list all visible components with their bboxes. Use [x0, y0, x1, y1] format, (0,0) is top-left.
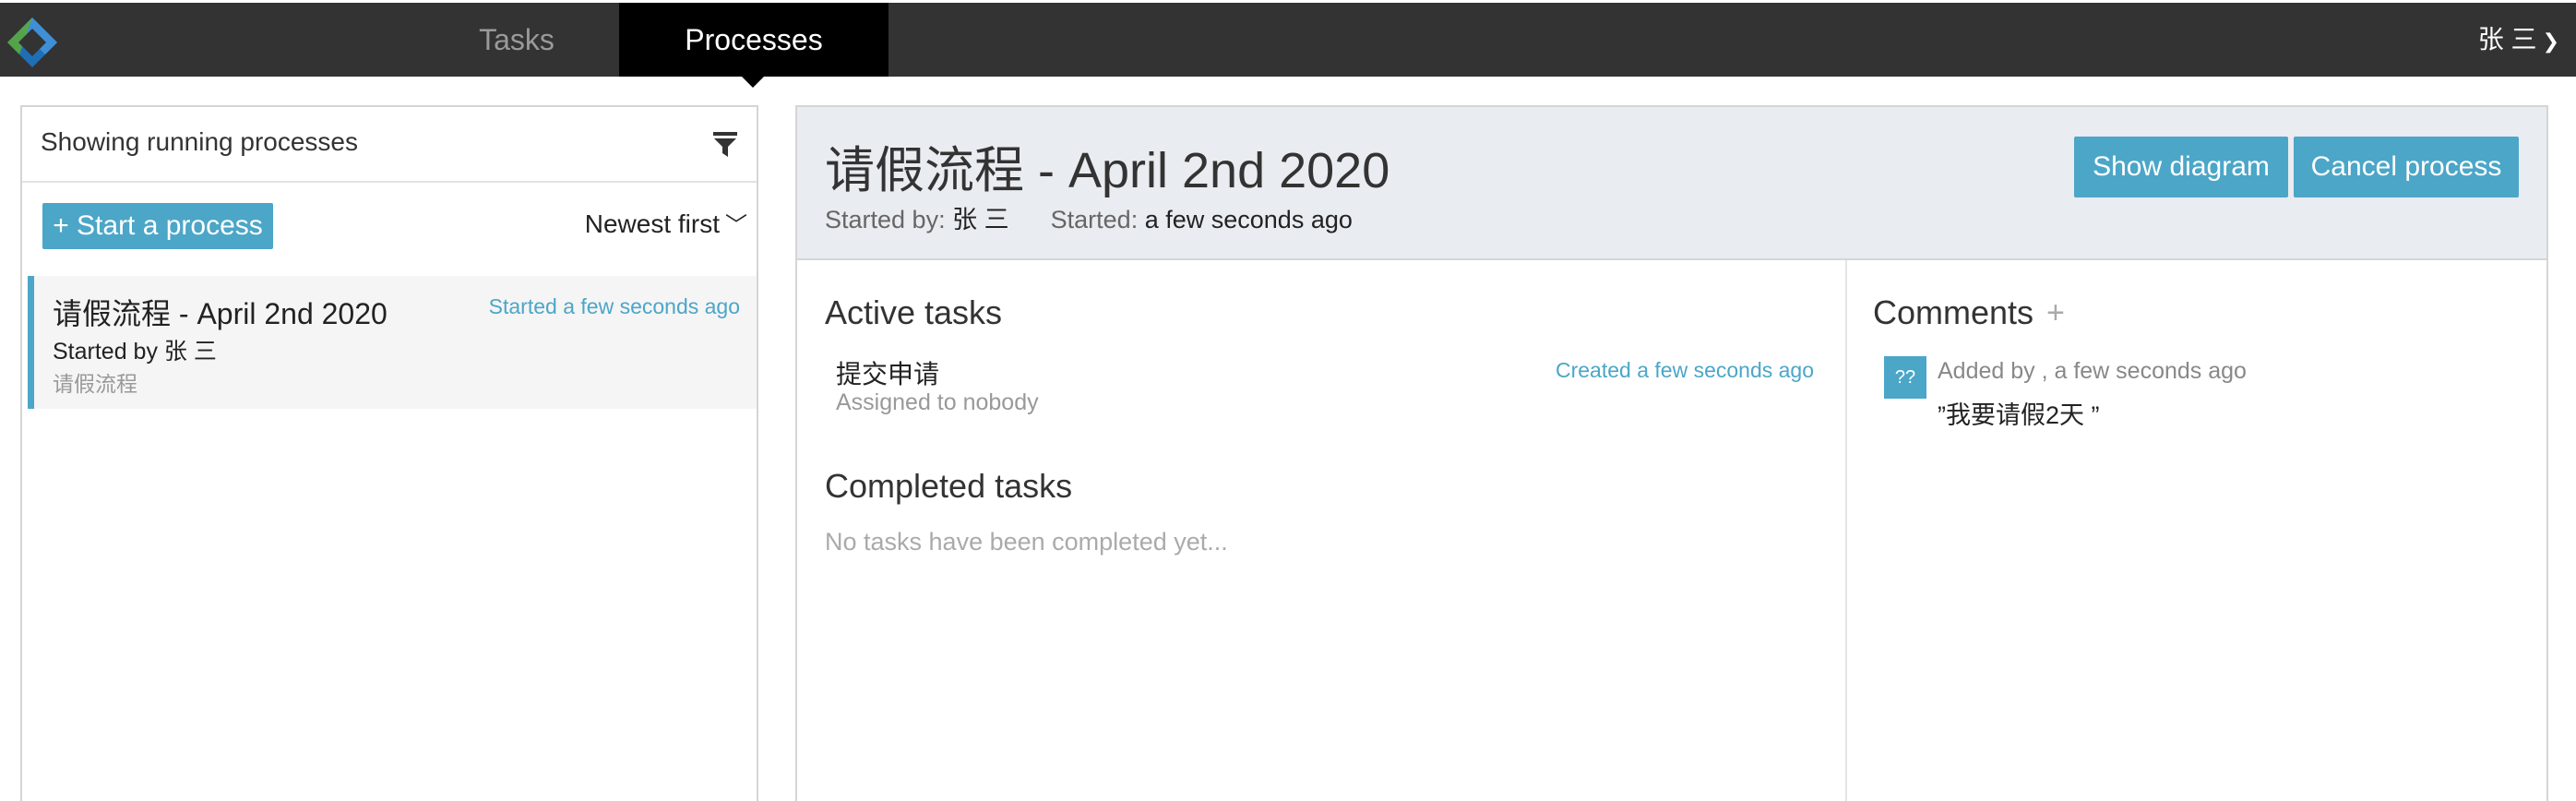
top-navbar: Tasks Processes 张 三 ❯ — [0, 3, 2576, 77]
process-detail-panel: 请假流程 - April 2nd 2020 Started by: 张 三 St… — [795, 105, 2548, 801]
comments-heading: Comments — [1873, 293, 2034, 331]
comment-avatar: ?? — [1884, 356, 1926, 399]
add-comment-icon[interactable]: + — [2046, 295, 2065, 331]
process-detail-header: 请假流程 - April 2nd 2020 Started by: 张 三 St… — [797, 107, 2546, 260]
process-list-header: Showing running processes — [22, 107, 757, 183]
chevron-down-icon: ❯ — [2542, 29, 2559, 53]
started-by-value: 张 三 — [952, 206, 1009, 233]
tasks-column: Active tasks 提交申请 Assigned to nobody Cre… — [797, 260, 1847, 801]
process-item-starter: Started by 张 三 — [53, 339, 217, 365]
active-task-assignee: Assigned to nobody — [836, 389, 1039, 415]
comment-text: ”我要请假2天 ” — [1938, 401, 2100, 429]
process-title: 请假流程 - April 2nd 2020 — [825, 143, 1390, 198]
chevron-down-icon: ﹀ — [725, 213, 747, 238]
show-diagram-button[interactable]: Show diagram — [2074, 137, 2288, 197]
sort-dropdown[interactable]: Newest first ﹀ — [585, 207, 747, 239]
process-meta: Started by: 张 三 Started: a few seconds a… — [825, 199, 1353, 235]
cancel-process-button[interactable]: Cancel process — [2294, 137, 2519, 197]
user-menu[interactable]: 张 三 ❯ — [2478, 3, 2559, 77]
process-item-definition: 请假流程 — [53, 372, 137, 396]
completed-tasks-heading: Completed tasks — [825, 467, 1073, 505]
process-item-name: 请假流程 - April 2nd 2020 — [53, 297, 388, 330]
process-list-item[interactable]: 请假流程 - April 2nd 2020 Started a few seco… — [28, 276, 757, 409]
started-value: a few seconds ago — [1144, 206, 1353, 233]
active-tasks-heading: Active tasks — [825, 293, 1003, 331]
process-list-filter-label[interactable]: Showing running processes — [41, 127, 358, 157]
comment-meta: Added by , a few seconds ago — [1938, 358, 2247, 384]
started-by-label: Started by: — [825, 206, 946, 233]
tab-processes[interactable]: Processes — [619, 3, 888, 77]
active-tab-caret — [739, 74, 767, 88]
comments-column: Comments + ?? Added by , a few seconds a… — [1849, 260, 2546, 801]
active-task-created: Created a few seconds ago — [1555, 358, 1814, 382]
app-logo-icon[interactable] — [6, 16, 59, 69]
user-name: 张 三 — [2477, 25, 2537, 54]
process-item-started-time: Started a few seconds ago — [488, 294, 740, 318]
completed-tasks-empty: No tasks have been completed yet... — [825, 528, 1228, 556]
tab-tasks[interactable]: Tasks — [434, 3, 600, 77]
start-process-button[interactable]: + Start a process — [42, 203, 273, 249]
active-task-name[interactable]: 提交申请 — [836, 354, 939, 391]
filter-icon[interactable] — [712, 131, 738, 159]
process-list-panel: Showing running processes + Start a proc… — [20, 105, 758, 801]
started-label: Started: — [1050, 206, 1139, 233]
sort-label: Newest first — [584, 209, 720, 238]
